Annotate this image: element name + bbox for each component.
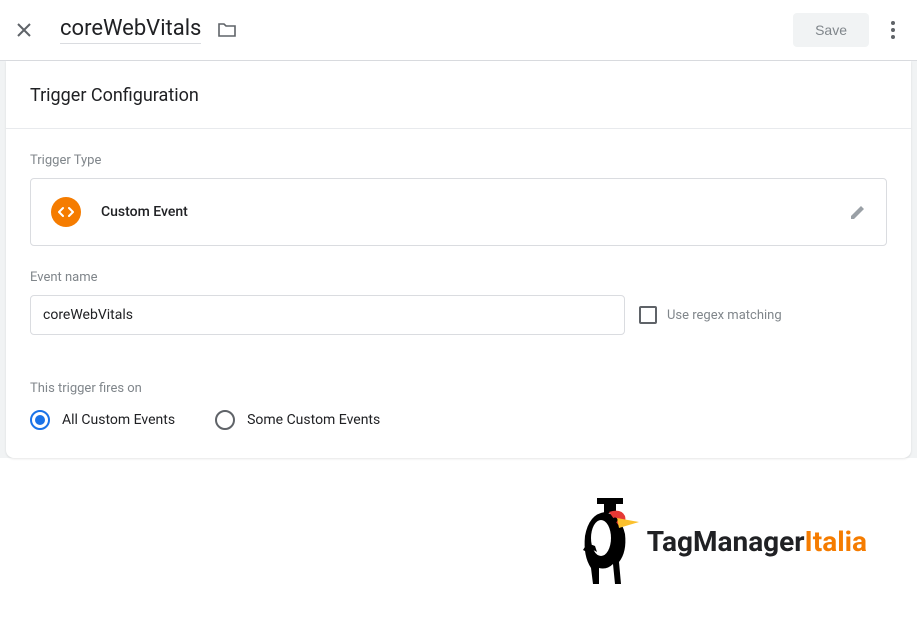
radio-some-label: Some Custom Events (247, 412, 380, 428)
section-divider (6, 128, 911, 129)
radio-some-events[interactable]: Some Custom Events (215, 410, 380, 430)
more-vert-icon[interactable] (881, 18, 905, 42)
brand-text-1: TagManager (647, 525, 805, 558)
brand-text: TagManagerItalia (647, 525, 867, 558)
radio-all-label: All Custom Events (62, 412, 175, 428)
regex-label: Use regex matching (667, 308, 782, 323)
custom-event-icon (51, 197, 81, 227)
trigger-type-selector[interactable]: Custom Event (30, 178, 887, 246)
trigger-name-input[interactable]: coreWebVitals (60, 16, 201, 44)
header-bar: coreWebVitals Save (0, 0, 917, 60)
config-card: Trigger Configuration Trigger Type Custo… (6, 61, 911, 458)
branding-logo: TagManagerItalia (569, 496, 867, 586)
save-button[interactable]: Save (793, 13, 869, 47)
pencil-icon[interactable] (848, 202, 868, 222)
brand-text-2: Italia (805, 525, 867, 558)
radio-all-events[interactable]: All Custom Events (30, 410, 175, 430)
regex-checkbox[interactable] (639, 306, 657, 324)
section-title: Trigger Configuration (30, 61, 887, 128)
close-icon[interactable] (14, 20, 34, 40)
radio-icon (215, 410, 235, 430)
trigger-type-label: Trigger Type (30, 153, 887, 168)
trigger-type-value: Custom Event (101, 204, 188, 220)
folder-icon[interactable] (217, 20, 237, 40)
content-wrapper: Trigger Configuration Trigger Type Custo… (0, 61, 917, 458)
woodpecker-icon (569, 496, 639, 586)
event-name-label: Event name (30, 270, 887, 285)
fires-on-label: This trigger fires on (30, 381, 887, 396)
event-name-input[interactable] (30, 295, 625, 335)
radio-icon (30, 410, 50, 430)
